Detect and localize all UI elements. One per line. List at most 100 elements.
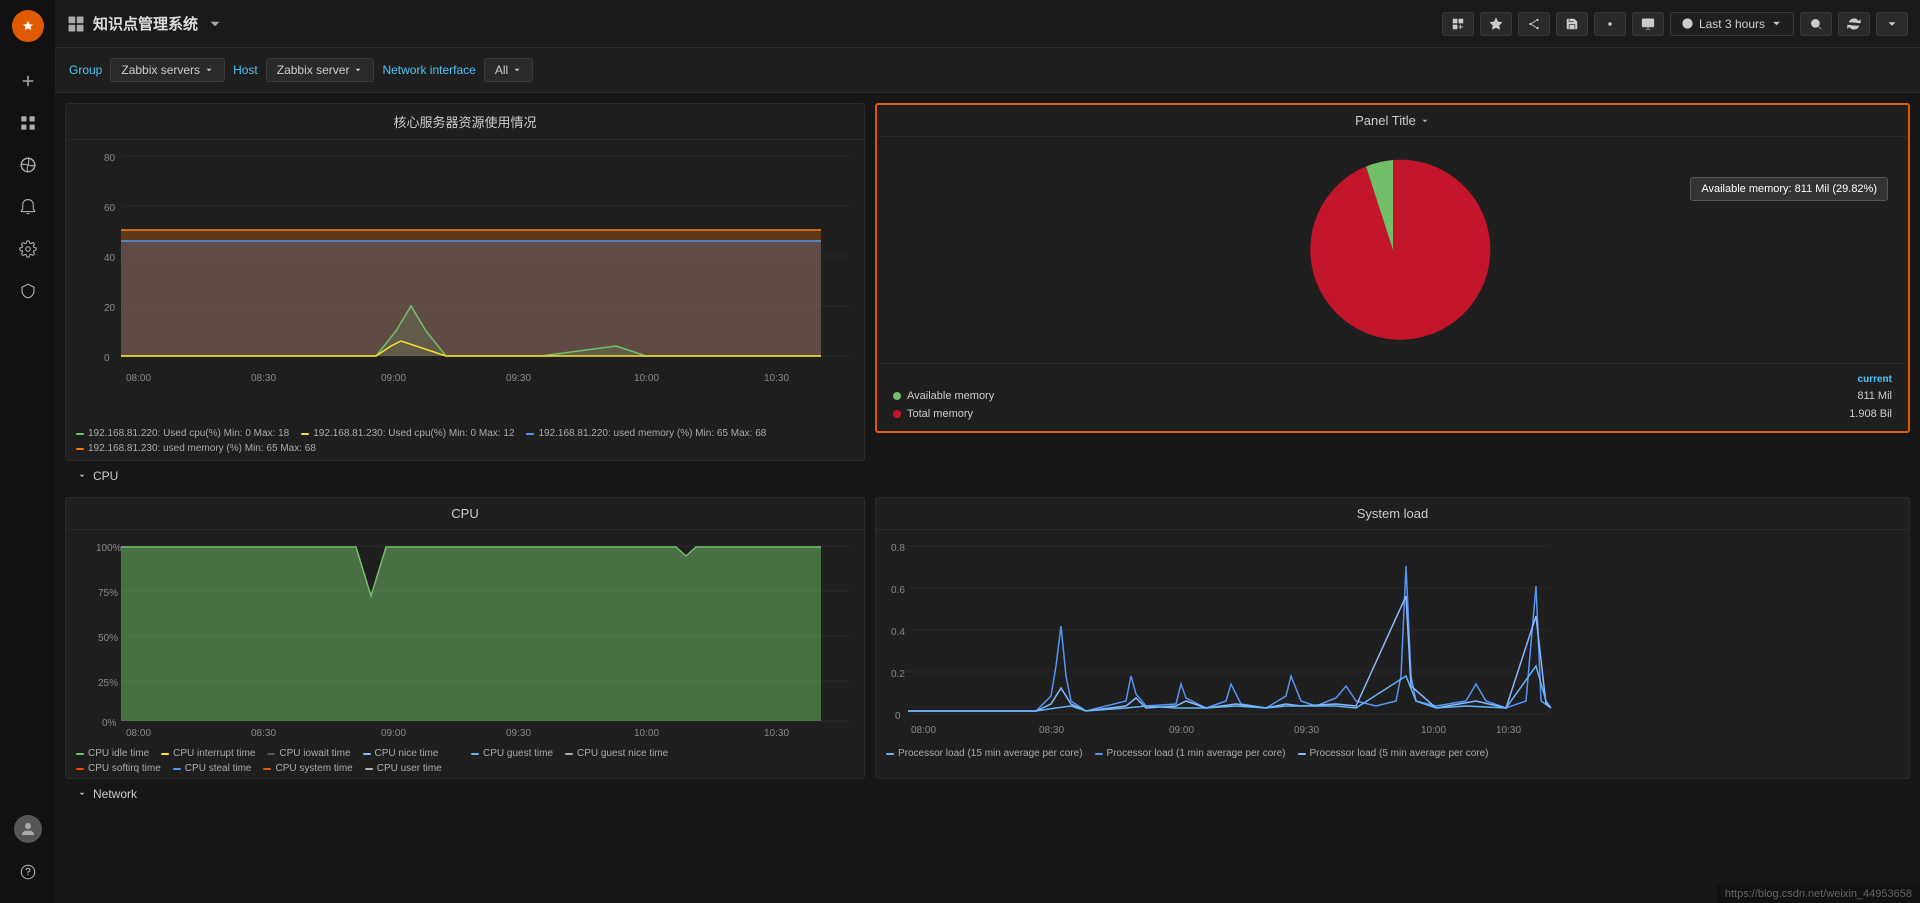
svg-text:09:00: 09:00 — [1169, 725, 1194, 736]
save-button[interactable] — [1556, 12, 1588, 36]
sidebar-item-add[interactable] — [10, 63, 46, 99]
network-section-header[interactable]: Network — [65, 779, 1910, 805]
main-chart-title-text: 核心服务器资源使用情况 — [393, 112, 536, 131]
top-panels-row: 核心服务器资源使用情况 80 60 40 20 0 — [65, 103, 1910, 461]
idle-color — [76, 753, 84, 755]
legend-color-2 — [301, 433, 309, 435]
pie-chart-svg — [1253, 150, 1533, 350]
tooltip-text: Available memory: 811 Mil (29.82%) — [1701, 183, 1877, 195]
total-value: 1.908 Bil — [1849, 408, 1892, 420]
cpu-row: CPU 100% 75% 50% 25% 0% — [65, 497, 1910, 779]
pie-chart-area: Available memory: 811 Mil (29.82%) — [877, 137, 1908, 363]
pie-chart-panel: Panel Title Available memory: 811 Mil (2… — [875, 103, 1910, 433]
chevron-down-icon — [512, 65, 522, 75]
nice-color — [363, 753, 371, 755]
svg-text:09:00: 09:00 — [381, 728, 406, 736]
topbar-actions: Last 3 hours — [1442, 12, 1908, 36]
guest-color — [471, 753, 479, 755]
add-panel-button[interactable] — [1442, 12, 1474, 36]
svg-text:0%: 0% — [102, 718, 117, 729]
chevron-down-icon — [1770, 17, 1783, 30]
svg-text:0: 0 — [895, 711, 901, 722]
guest-nice-color — [565, 753, 573, 755]
pie-legend-area: current Available memory 811 Mil Total m… — [877, 363, 1908, 431]
svg-text:09:00: 09:00 — [381, 373, 406, 384]
time-range-picker[interactable]: Last 3 hours — [1670, 12, 1794, 36]
network-section-label: Network — [93, 787, 137, 801]
group-filter-label: Group — [69, 63, 102, 77]
system-load-title: System load — [876, 498, 1909, 530]
refresh-icon — [1847, 17, 1861, 31]
sidebar-item-alerting[interactable] — [10, 189, 46, 225]
group-filter-value: Zabbix servers — [121, 63, 200, 77]
svg-text:10:00: 10:00 — [1421, 725, 1446, 736]
legend-text-1: 192.168.81.220: Used cpu(%) Min: 0 Max: … — [88, 428, 289, 439]
svg-text:80: 80 — [104, 153, 116, 164]
cpu-legend-nice: CPU nice time — [363, 748, 439, 759]
refresh-button[interactable] — [1838, 12, 1870, 36]
available-color-dot — [893, 392, 901, 400]
refresh-dropdown[interactable] — [1876, 12, 1908, 36]
settings-button[interactable] — [1594, 12, 1626, 36]
sidebar-item-shield[interactable] — [10, 273, 46, 309]
cpu-title-text: CPU — [451, 506, 478, 521]
svg-text:60: 60 — [104, 203, 116, 214]
svg-text:10:30: 10:30 — [1496, 725, 1521, 736]
svg-text:08:00: 08:00 — [911, 725, 936, 736]
legend-item-4: 192.168.81.230: used memory (%) Min: 65 … — [76, 443, 316, 454]
pie-chart-title-text: Panel Title — [1355, 113, 1416, 128]
pie-chart-title: Panel Title — [1355, 113, 1430, 128]
search-icon — [1809, 17, 1823, 31]
load-1-color — [1095, 753, 1103, 755]
sidebar-item-explore[interactable] — [10, 147, 46, 183]
svg-text:40: 40 — [104, 253, 116, 264]
svg-text:10:00: 10:00 — [634, 373, 659, 384]
legend-header-text: current — [1858, 374, 1892, 385]
cpu-legend-guest: CPU guest time — [471, 748, 553, 759]
cpu-chart-title: CPU — [66, 498, 864, 530]
cpu-legend-user: CPU user time — [365, 763, 442, 774]
tv-button[interactable] — [1632, 12, 1664, 36]
sidebar-item-help[interactable] — [10, 854, 46, 890]
sidebar-item-config[interactable] — [10, 231, 46, 267]
cpu-chart-svg: 100% 75% 50% 25% 0% 08:00 08:3 — [76, 536, 856, 736]
cpu-legend-softirq: CPU softirq time — [76, 763, 161, 774]
share-button[interactable] — [1518, 12, 1550, 36]
svg-text:09:30: 09:30 — [506, 373, 531, 384]
svg-text:10:30: 10:30 — [764, 728, 789, 736]
group-filter-btn[interactable]: Zabbix servers — [110, 58, 225, 82]
network-filter-btn[interactable]: All — [484, 58, 533, 82]
chevron-down-icon — [204, 65, 214, 75]
main-chart-svg: 80 60 40 20 0 — [76, 146, 856, 416]
main-chart-legend: 192.168.81.220: Used cpu(%) Min: 0 Max: … — [66, 424, 864, 460]
star-button[interactable] — [1480, 12, 1512, 36]
user-avatar[interactable] — [14, 815, 42, 843]
system-load-svg: 0.8 0.6 0.4 0.2 0 — [886, 536, 1556, 736]
cpu-legend-iowait: CPU iowait time — [267, 748, 350, 759]
pie-legend-available-left: Available memory — [893, 390, 994, 402]
legend-color-4 — [76, 448, 84, 450]
main-chart-container: 80 60 40 20 0 — [66, 140, 864, 424]
load-legend-1min: Processor load (1 min average per core) — [1095, 748, 1286, 759]
app-title: 知识点管理系统 — [67, 13, 224, 34]
sidebar-item-dashboards[interactable] — [10, 105, 46, 141]
search-button[interactable] — [1800, 12, 1832, 36]
total-color-dot — [893, 410, 901, 418]
host-filter-label: Host — [233, 63, 258, 77]
iowait-color — [267, 753, 275, 755]
pie-chart-title-bar: Panel Title — [877, 105, 1908, 137]
user-color — [365, 768, 373, 770]
main-content: 核心服务器资源使用情况 80 60 40 20 0 — [55, 93, 1920, 903]
load-15-color — [886, 753, 894, 755]
network-filter-value: All — [495, 63, 508, 77]
svg-text:20: 20 — [104, 303, 116, 314]
legend-text-3: 192.168.81.220: used memory (%) Min: 65 … — [538, 428, 766, 439]
svg-text:08:30: 08:30 — [251, 373, 276, 384]
app-logo[interactable] — [12, 10, 44, 42]
svg-text:0.6: 0.6 — [891, 585, 905, 596]
cpu-section-header[interactable]: CPU — [65, 461, 1910, 487]
load-legend-15min: Processor load (15 min average per core) — [886, 748, 1083, 759]
available-value: 811 Mil — [1857, 390, 1892, 402]
network-filter-label: Network interface — [382, 63, 475, 77]
host-filter-btn[interactable]: Zabbix server — [266, 58, 375, 82]
